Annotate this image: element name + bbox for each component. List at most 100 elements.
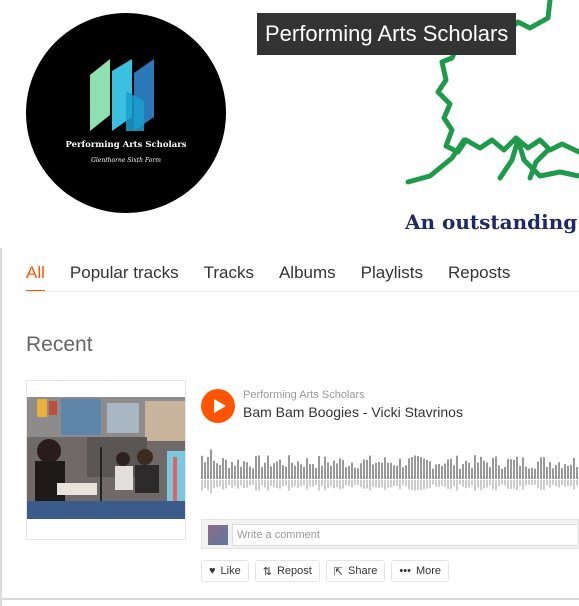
waveform-bar	[204, 462, 206, 479]
waveform-bar	[405, 465, 407, 479]
waveform-bar	[432, 468, 434, 479]
waveform-bar	[483, 460, 485, 479]
waveform-bar	[516, 456, 518, 479]
waveform-bar	[528, 468, 530, 479]
tab-playlists[interactable]: Playlists	[361, 262, 423, 290]
share-button[interactable]: ⇱ Share	[325, 560, 386, 582]
waveform-bar	[393, 465, 395, 479]
waveform-reflection	[291, 480, 293, 488]
waveform-bar	[549, 462, 551, 479]
waveform-bar	[381, 462, 383, 479]
profile-tabs: All Popular tracks Tracks Albums Playlis…	[26, 262, 535, 292]
waveform-bar	[474, 455, 476, 479]
waveform-reflection	[516, 480, 518, 490]
recent-heading: Recent	[26, 333, 93, 356]
waveform-reflection	[369, 480, 371, 491]
waveform-reflection	[237, 480, 239, 489]
waveform-reflection	[510, 480, 512, 489]
play-button[interactable]	[201, 389, 235, 423]
waveform-bar	[429, 461, 431, 479]
waveform-bar	[327, 462, 329, 479]
waveform-bar	[540, 457, 542, 479]
waveform-reflection	[354, 480, 356, 486]
waveform-bar	[411, 456, 413, 479]
waveform-bar	[465, 460, 467, 479]
waveform-bar	[300, 464, 302, 479]
waveform-reflection	[387, 480, 389, 488]
tab-albums[interactable]: Albums	[279, 262, 336, 290]
waveform-reflection	[564, 480, 566, 487]
waveform-reflection	[552, 480, 554, 485]
bottom-border	[0, 598, 579, 600]
tab-tracks[interactable]: Tracks	[204, 262, 254, 290]
waveform-bar	[219, 465, 221, 479]
waveform-reflection	[204, 480, 206, 488]
waveform-bar	[234, 465, 236, 479]
waveform-bar	[309, 464, 311, 479]
waveform-bar	[375, 462, 377, 479]
waveform-reflection	[513, 480, 515, 489]
like-button[interactable]: ♥ Like	[201, 560, 249, 582]
waveform-reflection	[255, 480, 257, 491]
waveform-bar	[279, 459, 281, 479]
waveform-bar	[534, 468, 536, 479]
waveform-reflection	[243, 480, 245, 489]
waveform-bar	[225, 459, 227, 479]
comment-input[interactable]	[232, 524, 577, 546]
waveform-reflection	[321, 480, 323, 487]
waveform-reflection	[471, 480, 473, 486]
waveform-bar	[453, 465, 455, 479]
waveform-bar	[291, 462, 293, 479]
waveform-bar	[459, 468, 461, 479]
repost-button[interactable]: ⇅ Repost	[254, 560, 320, 582]
waveform-bar	[558, 462, 560, 479]
waveform-bar	[564, 464, 566, 479]
track-waveform[interactable]	[201, 445, 579, 497]
waveform-reflection	[414, 480, 416, 491]
track-title[interactable]: Bam Bam Boogies - Vicki Stavrinos	[243, 404, 463, 420]
tab-popular-tracks[interactable]: Popular tracks	[70, 262, 179, 290]
profile-avatar[interactable]: Performing Arts Scholars Glenthorne Sixt…	[26, 13, 226, 213]
more-button[interactable]: ••• More	[391, 560, 449, 582]
waveform-reflection	[285, 480, 287, 486]
waveform-reflection	[297, 480, 299, 488]
waveform-reflection	[429, 480, 431, 488]
waveform-reflection	[456, 480, 458, 491]
waveform-reflection	[294, 480, 296, 486]
waveform-reflection	[411, 480, 413, 490]
waveform-bar	[543, 457, 545, 479]
heart-icon: ♥	[209, 565, 216, 577]
waveform-reflection	[531, 480, 533, 486]
waveform-bar	[507, 459, 509, 479]
waveform-reflection	[240, 480, 242, 486]
waveform-bar	[561, 468, 563, 479]
waveform-bar	[336, 463, 338, 479]
waveform-reflection	[483, 480, 485, 489]
track-artwork-photo	[27, 397, 185, 519]
waveform-bar	[420, 456, 422, 479]
waveform-reflection	[441, 480, 443, 486]
waveform-reflection	[399, 480, 401, 490]
profile-name: Performing Arts Scholars	[257, 13, 517, 55]
profile-banner: An outstanding l Performing Arts Scholar…	[0, 0, 579, 248]
waveform-bar	[489, 467, 491, 479]
waveform-bar	[312, 464, 314, 479]
tab-all[interactable]: All	[26, 262, 45, 292]
waveform-bar	[270, 466, 272, 479]
waveform-reflection	[462, 480, 464, 487]
waveform-bar	[555, 465, 557, 479]
waveform-bar	[552, 468, 554, 479]
track-uploader[interactable]: Performing Arts Scholars	[243, 389, 365, 401]
tab-reposts[interactable]: Reposts	[448, 262, 510, 290]
waveform-bar	[222, 458, 224, 479]
waveform-reflection	[228, 480, 230, 485]
share-icon: ⇱	[333, 565, 344, 578]
waveform-reflection	[504, 480, 506, 486]
waveform-reflection	[300, 480, 302, 487]
waveform-reflection	[378, 480, 380, 488]
waveform-bar	[297, 461, 299, 479]
waveform-bar	[567, 465, 569, 479]
waveform-reflection	[450, 480, 452, 490]
track-artwork[interactable]	[26, 380, 186, 540]
avatar-subtext: Glenthorne Sixth Form	[91, 157, 161, 164]
